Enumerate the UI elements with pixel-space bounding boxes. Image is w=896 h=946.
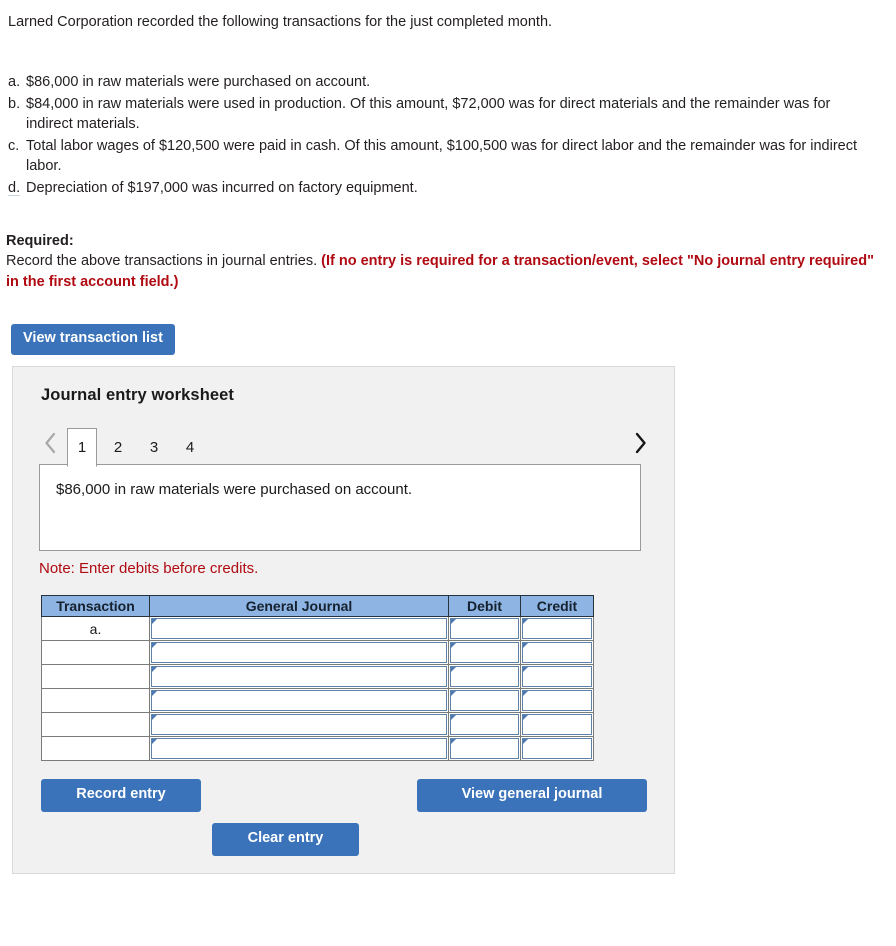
cell-debit[interactable] xyxy=(448,712,521,737)
column-header-general-journal: General Journal xyxy=(149,595,449,617)
general-journal-input[interactable] xyxy=(151,666,447,687)
credit-input[interactable] xyxy=(522,666,592,687)
required-instructions-plain: Record the above transactions in journal… xyxy=(6,253,322,270)
general-journal-input[interactable] xyxy=(151,714,447,735)
required-instructions: Record the above transactions in journal… xyxy=(6,251,876,292)
cell-transaction xyxy=(41,736,150,761)
cell-general-journal[interactable] xyxy=(149,616,449,641)
list-item: d. Depreciation of $197,000 was incurred… xyxy=(6,178,886,199)
table-row xyxy=(41,664,594,689)
list-item-marker: d. xyxy=(8,179,21,196)
debits-before-credits-note: Note: Enter debits before credits. xyxy=(39,560,259,577)
general-journal-input[interactable] xyxy=(151,642,447,663)
debit-input[interactable] xyxy=(450,618,519,639)
cell-debit[interactable] xyxy=(448,664,521,689)
cell-transaction xyxy=(41,688,150,713)
required-section: Required: Record the above transactions … xyxy=(6,231,876,292)
table-row: a. xyxy=(41,616,594,641)
cell-transaction xyxy=(41,712,150,737)
list-item-text: Depreciation of $197,000 was incurred on… xyxy=(26,179,418,196)
table-row xyxy=(41,688,594,713)
credit-input[interactable] xyxy=(522,714,592,735)
list-item-text: $86,000 in raw materials were purchased … xyxy=(26,74,371,90)
table-row xyxy=(41,712,594,737)
general-journal-input[interactable] xyxy=(151,738,447,759)
cell-general-journal[interactable] xyxy=(149,640,449,665)
debit-input[interactable] xyxy=(450,666,519,687)
tab-entry-3[interactable]: 3 xyxy=(139,428,169,466)
debit-input[interactable] xyxy=(450,690,519,711)
list-item-marker: c. xyxy=(8,137,20,154)
cell-credit[interactable] xyxy=(520,736,594,761)
cell-credit[interactable] xyxy=(520,616,594,641)
general-journal-table: Transaction General Journal Debit Credit… xyxy=(41,595,594,761)
worksheet-title: Journal entry worksheet xyxy=(41,386,235,404)
worksheet-tabstrip: 1 2 3 4 xyxy=(39,423,651,467)
debit-input[interactable] xyxy=(450,642,519,663)
cell-credit[interactable] xyxy=(520,640,594,665)
chevron-left-icon[interactable] xyxy=(39,425,61,461)
credit-input[interactable] xyxy=(522,690,592,711)
credit-input[interactable] xyxy=(522,642,592,663)
list-item-text: Total labor wages of $120,500 were paid … xyxy=(26,137,857,175)
cell-general-journal[interactable] xyxy=(149,664,449,689)
cell-debit[interactable] xyxy=(448,616,521,641)
cell-transaction: a. xyxy=(41,616,150,641)
cell-transaction xyxy=(41,664,150,689)
debit-input[interactable] xyxy=(450,738,519,759)
cell-credit[interactable] xyxy=(520,664,594,689)
journal-entry-worksheet-panel: Journal entry worksheet 1 2 3 4 $86,000 … xyxy=(12,366,675,874)
table-row xyxy=(41,736,594,761)
table-header-row: Transaction General Journal Debit Credit xyxy=(41,595,594,617)
required-label: Required: xyxy=(6,233,74,249)
view-general-journal-button[interactable]: View general journal xyxy=(417,779,647,812)
cell-credit[interactable] xyxy=(520,712,594,737)
record-entry-button[interactable]: Record entry xyxy=(41,779,201,812)
column-header-credit: Credit xyxy=(520,595,594,617)
general-journal-input[interactable] xyxy=(151,690,447,711)
tab-entry-4[interactable]: 4 xyxy=(175,428,205,466)
column-header-debit: Debit xyxy=(448,595,521,617)
view-transaction-list-button[interactable]: View transaction list xyxy=(11,324,175,355)
cell-general-journal[interactable] xyxy=(149,712,449,737)
entry-description-text: $86,000 in raw materials were purchased … xyxy=(56,481,413,498)
list-item-marker: b. xyxy=(8,95,21,112)
cell-transaction xyxy=(41,640,150,665)
table-row xyxy=(41,640,594,665)
cell-debit[interactable] xyxy=(448,688,521,713)
clear-entry-button[interactable]: Clear entry xyxy=(212,823,359,856)
credit-input[interactable] xyxy=(522,738,592,759)
general-journal-input[interactable] xyxy=(151,618,447,639)
tab-entry-2[interactable]: 2 xyxy=(103,428,133,466)
list-item: b. $84,000 in raw materials were used in… xyxy=(6,94,886,135)
debit-input[interactable] xyxy=(450,714,519,735)
cell-debit[interactable] xyxy=(448,640,521,665)
credit-input[interactable] xyxy=(522,618,592,639)
cell-general-journal[interactable] xyxy=(149,736,449,761)
tab-entry-1[interactable]: 1 xyxy=(67,428,97,467)
transaction-list: a. $86,000 in raw materials were purchas… xyxy=(6,72,886,199)
cell-credit[interactable] xyxy=(520,688,594,713)
worksheet-tabs: 1 2 3 4 xyxy=(67,423,211,467)
cell-general-journal[interactable] xyxy=(149,688,449,713)
intro-statement: Larned Corporation recorded the followin… xyxy=(8,14,553,30)
list-item-text: $84,000 in raw materials were used in pr… xyxy=(26,95,831,133)
entry-description-box: $86,000 in raw materials were purchased … xyxy=(39,464,641,551)
column-header-transaction: Transaction xyxy=(41,595,150,617)
list-item-marker: a. xyxy=(8,74,21,90)
list-item: c. Total labor wages of $120,500 were pa… xyxy=(6,136,886,177)
chevron-right-icon[interactable] xyxy=(629,425,651,461)
list-item: a. $86,000 in raw materials were purchas… xyxy=(6,72,886,93)
cell-debit[interactable] xyxy=(448,736,521,761)
